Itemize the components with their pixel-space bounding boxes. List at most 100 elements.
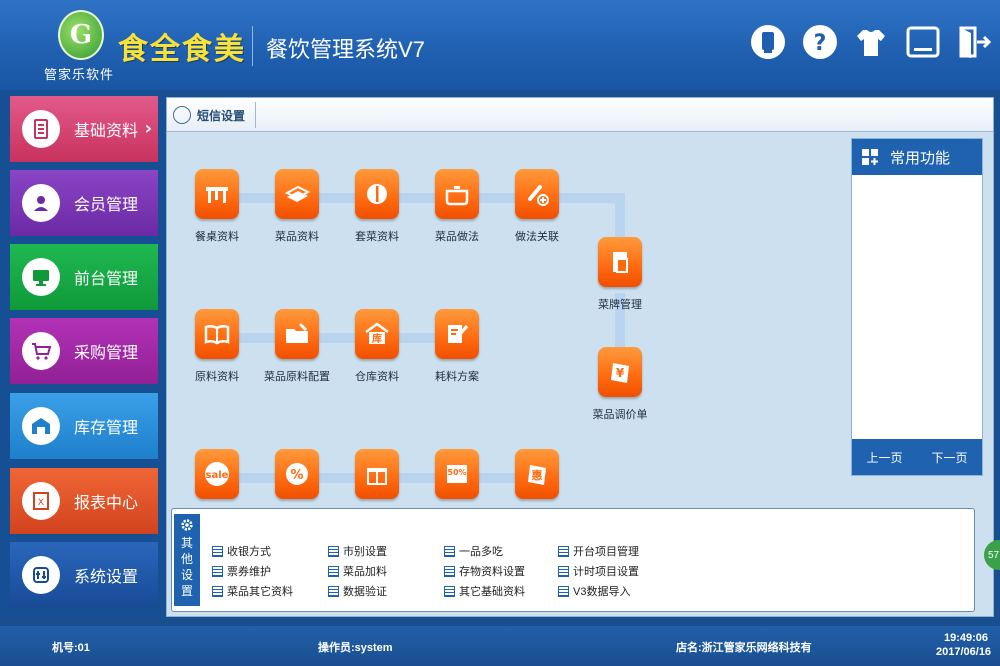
tab-bar: 短信设置: [167, 98, 993, 132]
option-shift-settings[interactable]: 市别设置: [328, 543, 387, 559]
nav-item-inventory[interactable]: 库存管理: [10, 393, 158, 459]
list-icon: [558, 565, 569, 577]
nav-label: 前台管理: [74, 271, 139, 288]
tile-label: 餐桌资料: [195, 231, 239, 243]
option-other-basic-data[interactable]: 其它基础资料: [444, 583, 525, 599]
option-timing-items[interactable]: 计时项目设置: [558, 563, 639, 579]
folder-icon: [275, 309, 319, 359]
option-open-table-items[interactable]: 开台项目管理: [558, 543, 639, 559]
tile-discount[interactable]: %: [252, 449, 342, 499]
tile-table-data[interactable]: 餐桌资料: [172, 169, 262, 244]
tile-label: 耗料方案: [435, 371, 479, 383]
list-icon: [212, 585, 223, 597]
common-functions-pager: 上一页 下一页: [852, 439, 982, 475]
other-settings-panel: 其他设置 收银方式 票券维护 菜品其它资料 市别设置 菜品加料 数据验证 一品多…: [171, 508, 975, 612]
nav-label: 库存管理: [74, 420, 139, 437]
option-cashier-method[interactable]: 收银方式: [212, 543, 271, 559]
tile-label: 菜品调价单: [592, 409, 648, 421]
tile-menu-board[interactable]: 菜牌管理: [575, 237, 665, 312]
tab-sms-settings[interactable]: 短信设置: [173, 102, 257, 128]
usb-icon: [751, 25, 785, 59]
tile-promotion[interactable]: 惠: [492, 449, 582, 499]
option-label: 一品多吃: [459, 546, 503, 558]
option-v3-import[interactable]: V3数据导入: [558, 583, 630, 599]
tile-set-meal-data[interactable]: 套菜资料: [332, 169, 422, 244]
logo-letter: G: [69, 20, 93, 50]
monitor-icon: [22, 258, 60, 296]
promotion-icon: 惠: [515, 449, 559, 499]
option-dish-addon[interactable]: 菜品加料: [328, 563, 387, 579]
list-icon: [558, 585, 569, 597]
tile-cooking-method[interactable]: 菜品做法: [412, 169, 502, 244]
nav-item-system-settings[interactable]: 系统设置: [10, 542, 158, 608]
message-icon: [173, 106, 191, 124]
minimize-button[interactable]: [905, 20, 941, 64]
tile-warehouse-data[interactable]: 库 仓库资料: [332, 309, 422, 384]
settings-icon: [22, 556, 60, 594]
chevron-right-icon: ›: [144, 118, 152, 139]
list-icon: [444, 565, 455, 577]
tile-gift[interactable]: [332, 449, 422, 499]
side-char: 其: [180, 536, 193, 550]
nav-item-member[interactable]: 会员管理: [10, 170, 158, 236]
nav-item-basic-data[interactable]: 基础资料 ›: [10, 96, 158, 162]
next-page-button[interactable]: 下一页: [931, 449, 967, 466]
svg-text:X: X: [38, 498, 44, 508]
side-char: 他: [180, 552, 193, 566]
list-icon: [444, 545, 455, 557]
help-icon: ?: [803, 25, 837, 59]
tile-material-data[interactable]: 原料资料: [172, 309, 262, 384]
nav-item-front-desk[interactable]: 前台管理: [10, 244, 158, 310]
nav-label: 系统设置: [74, 569, 139, 586]
option-label: 收银方式: [227, 546, 271, 558]
tile-label: 原料资料: [195, 371, 239, 383]
tile-dish-data[interactable]: 菜品资料: [252, 169, 342, 244]
option-one-dish-multi[interactable]: 一品多吃: [444, 543, 503, 559]
tile-label: 仓库资料: [355, 371, 399, 383]
option-label: 存物资料设置: [459, 566, 525, 578]
book-stack-icon: [275, 169, 319, 219]
grid-icon: [862, 149, 878, 165]
option-voucher-maintain[interactable]: 票券维护: [212, 563, 271, 579]
plate-icon: [355, 169, 399, 219]
skin-icon: [857, 30, 885, 56]
tile-method-link[interactable]: 做法关联: [492, 169, 582, 244]
help-button[interactable]: ?: [802, 20, 838, 64]
tile-coupon[interactable]: 50%: [412, 449, 502, 499]
option-data-verify[interactable]: 数据验证: [328, 583, 387, 599]
tile-sale[interactable]: sale: [172, 449, 262, 499]
logo-subtitle: 管家乐软件: [44, 68, 115, 83]
common-functions-title: 常用功能: [890, 149, 951, 167]
usb-button[interactable]: [750, 20, 786, 64]
svg-text:¥: ¥: [616, 366, 625, 380]
nav-item-purchase[interactable]: 采购管理: [10, 318, 158, 384]
storehouse-icon: 库: [355, 309, 399, 359]
option-dish-other-data[interactable]: 菜品其它资料: [212, 583, 293, 599]
brand-name: 食全食美: [118, 32, 246, 67]
report-icon: X: [22, 482, 60, 520]
common-functions-panel: 常用功能 上一页 下一页: [851, 138, 983, 476]
svg-text:?: ?: [814, 31, 827, 56]
clock-date: 2017/06/16: [936, 646, 992, 658]
tile-label: 菜品资料: [275, 231, 319, 243]
percent-icon: %: [275, 449, 319, 499]
nav-item-reports[interactable]: X 报表中心: [10, 468, 158, 534]
tile-dish-material-config[interactable]: 菜品原料配置: [252, 309, 342, 384]
list-icon: [444, 585, 455, 597]
table-icon: [195, 169, 239, 219]
tab-label: 短信设置: [197, 108, 246, 123]
list-icon: [328, 545, 339, 557]
prev-page-button[interactable]: 上一页: [866, 449, 902, 466]
option-label: 菜品加料: [343, 566, 387, 578]
exit-button[interactable]: [957, 20, 993, 64]
list-icon: [328, 565, 339, 577]
flow-connector: [615, 193, 625, 243]
app-logo: G: [58, 10, 104, 60]
tile-price-adjustment[interactable]: ¥ 菜品调价单: [575, 347, 665, 422]
tile-consumption-plan[interactable]: 耗料方案: [412, 309, 502, 384]
skin-button[interactable]: [853, 20, 889, 64]
option-storage-settings[interactable]: 存物资料设置: [444, 563, 525, 579]
svg-text:%: %: [290, 468, 303, 483]
option-label: V3数据导入: [573, 586, 631, 598]
function-flow: 餐桌资料 菜品资料 套菜资料 菜品做法 做法关联 菜牌管理 ¥ 菜品调价单 原料…: [167, 133, 837, 513]
